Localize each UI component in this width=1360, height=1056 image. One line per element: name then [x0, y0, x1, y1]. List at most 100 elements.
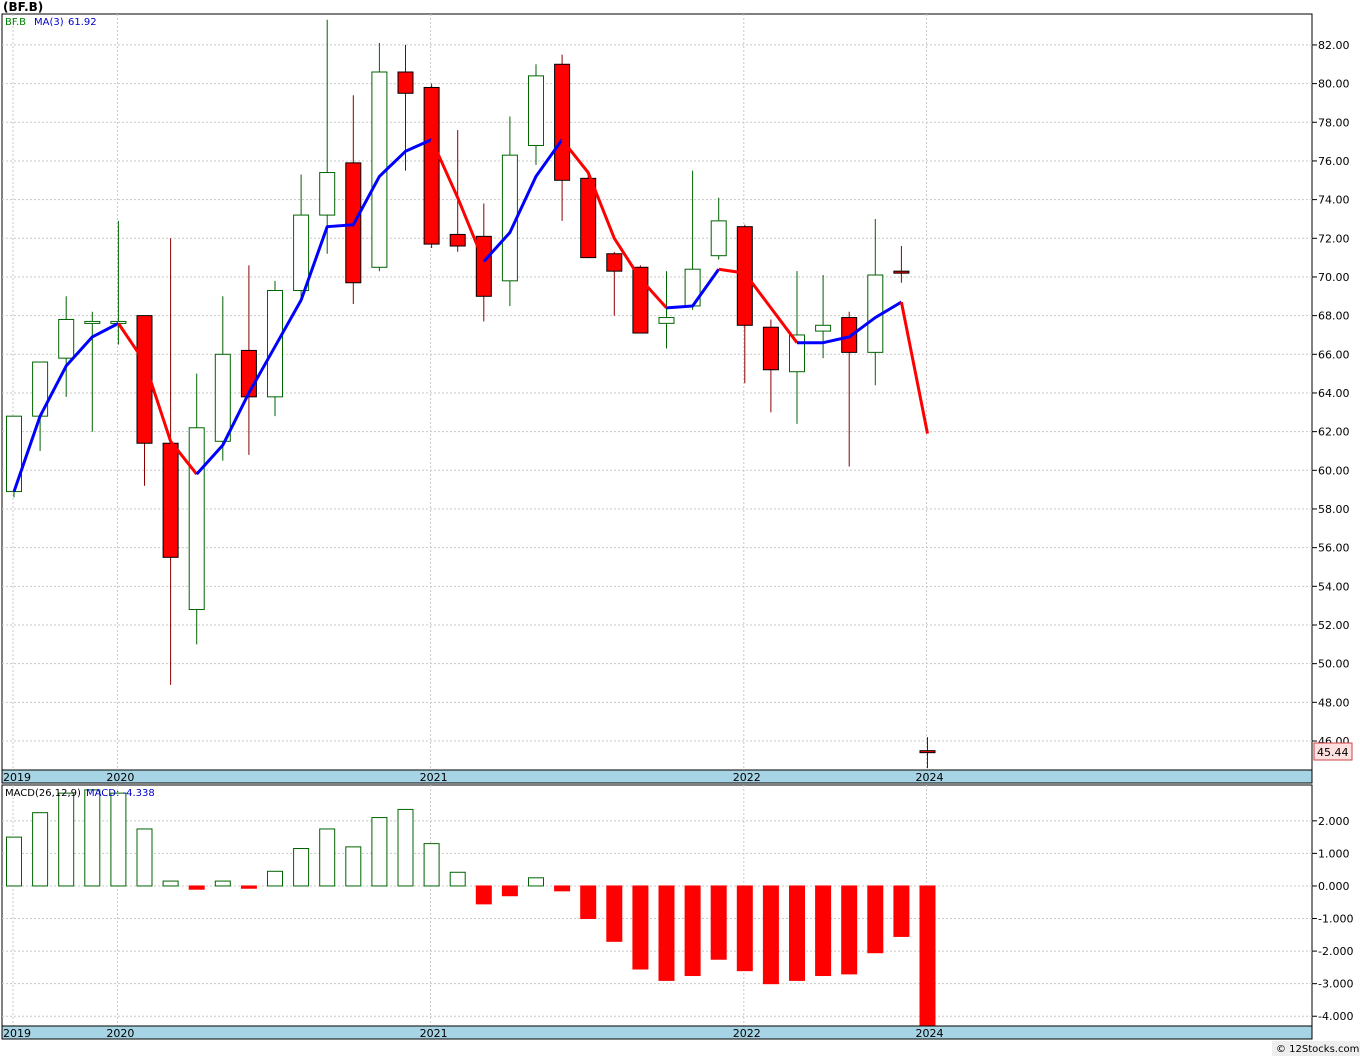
macd-bar: [449, 871, 466, 887]
candle-body: [710, 220, 727, 257]
legend-macd-value: MACD: -4.338: [86, 788, 155, 799]
macd-bar: [397, 808, 414, 887]
macd-bar: [710, 885, 727, 960]
macd-bar: [58, 792, 75, 887]
price-y-tick-label: 82.00: [1318, 39, 1350, 52]
last-price-tag: 45.44: [1313, 742, 1353, 761]
legend-ticker: BF.B: [5, 17, 26, 28]
macd-bar: [815, 885, 832, 977]
price-x-tick-label: 2020: [106, 771, 134, 784]
macd-y-tick-label: 0.000: [1318, 880, 1350, 893]
candle-body: [240, 349, 257, 398]
macd-bar: [475, 885, 492, 905]
candle-body: [762, 326, 779, 371]
macd-bar: [632, 885, 649, 970]
price-y-tick-label: 70.00: [1318, 271, 1350, 284]
candle-body: [162, 442, 179, 558]
macd-bar: [658, 885, 675, 981]
price-x-tick-label: 2024: [916, 771, 944, 784]
macd-x-tick-label: 2021: [420, 1027, 448, 1040]
candle-body: [528, 75, 544, 146]
price-y-tick-label: 64.00: [1318, 387, 1350, 400]
price-y-tick-label: 66.00: [1318, 348, 1350, 361]
macd-y-tick-label: -1.000: [1318, 913, 1353, 926]
price-y-tick-label: 52.00: [1318, 619, 1350, 632]
watermark: © 12Stocks.com: [1276, 1044, 1359, 1055]
macd-y-tick-label: 2.000: [1318, 815, 1350, 828]
legend-macd-label: MACD(26,12,9): [5, 788, 81, 799]
candle-body: [58, 318, 75, 359]
price-y-tick-label: 60.00: [1318, 464, 1350, 477]
candle-body: [423, 86, 440, 245]
candle-body: [554, 63, 571, 181]
macd-bar: [110, 792, 127, 887]
candle-body: [658, 317, 675, 324]
price-y-tick-label: 80.00: [1318, 78, 1350, 91]
macd-bar: [84, 789, 101, 887]
macd-bar: [319, 828, 336, 887]
price-y-tick-label: 50.00: [1318, 658, 1350, 671]
macd-x-tick-label: 2019: [3, 1027, 31, 1040]
macd-bar: [841, 885, 858, 975]
price-y-tick-label: 48.00: [1318, 696, 1350, 709]
macd-panel: -4.000-3.000-2.000-1.0000.0001.0002.000 …: [1, 784, 1353, 1040]
macd-bar: [736, 885, 753, 972]
legend-ma-label: MA(3): [34, 17, 64, 28]
price-x-axis-band: [1, 769, 1313, 784]
macd-bar: [6, 836, 22, 887]
macd-y-tick-label: -2.000: [1318, 945, 1353, 958]
candle-body: [188, 427, 205, 611]
candle-body: [893, 270, 910, 274]
price-legend: BF.B MA(3) 61.92: [5, 17, 97, 28]
macd-bar: [528, 877, 544, 887]
candle-body: [736, 226, 753, 326]
macd-x-tick-label: 2022: [733, 1027, 761, 1040]
price-y-tick-label: 56.00: [1318, 542, 1350, 555]
macd-bar: [214, 880, 231, 887]
macd-x-axis-band: [1, 1025, 1313, 1040]
price-y-tick-label: 72.00: [1318, 232, 1350, 245]
price-y-tick-label: 58.00: [1318, 503, 1350, 516]
stock-chart: (BF.B) 46.0048.0050.0052.0054.0056.0058.…: [0, 0, 1360, 1056]
candle-body: [580, 177, 597, 259]
macd-bar: [684, 885, 701, 977]
macd-bar: [188, 885, 205, 890]
candle-body: [293, 214, 310, 291]
candle-body: [449, 233, 466, 247]
last-price-label: 45.44: [1317, 746, 1349, 759]
macd-bar: [240, 885, 257, 889]
price-panel-frame: [1, 13, 1313, 771]
macd-bar: [423, 843, 440, 887]
macd-bar: [501, 885, 518, 897]
price-y-tick-label: 74.00: [1318, 194, 1350, 207]
macd-bar: [893, 885, 910, 937]
macd-bar: [762, 885, 779, 985]
price-x-tick-label: 2021: [420, 771, 448, 784]
macd-bar: [919, 885, 936, 1028]
candle-body: [214, 353, 231, 442]
macd-bar: [293, 848, 310, 887]
chart-title: (BF.B): [3, 0, 43, 14]
macd-bar: [789, 885, 805, 981]
macd-bar: [345, 846, 362, 887]
price-x-tick-label: 2022: [733, 771, 761, 784]
candle-body: [815, 324, 832, 332]
candle-body: [319, 172, 336, 216]
candle-body: [84, 320, 101, 324]
candle-body: [110, 320, 127, 324]
macd-y-tick-label: -3.000: [1318, 978, 1353, 991]
price-y-tick-label: 76.00: [1318, 155, 1350, 168]
candle-body: [397, 71, 414, 94]
price-y-tick-label: 54.00: [1318, 580, 1350, 593]
legend-ma-value: 61.92: [68, 17, 97, 28]
macd-bar: [554, 885, 571, 892]
macd-y-tick-label: -4.000: [1318, 1010, 1353, 1023]
macd-y-tick-label: 1.000: [1318, 847, 1350, 860]
price-y-tick-label: 68.00: [1318, 310, 1350, 323]
macd-bar: [606, 885, 623, 942]
candle-body: [606, 253, 623, 272]
macd-bar: [580, 885, 597, 920]
macd-bar: [32, 812, 49, 887]
price-y-tick-label: 62.00: [1318, 426, 1350, 439]
price-y-tick-label: 78.00: [1318, 116, 1350, 129]
